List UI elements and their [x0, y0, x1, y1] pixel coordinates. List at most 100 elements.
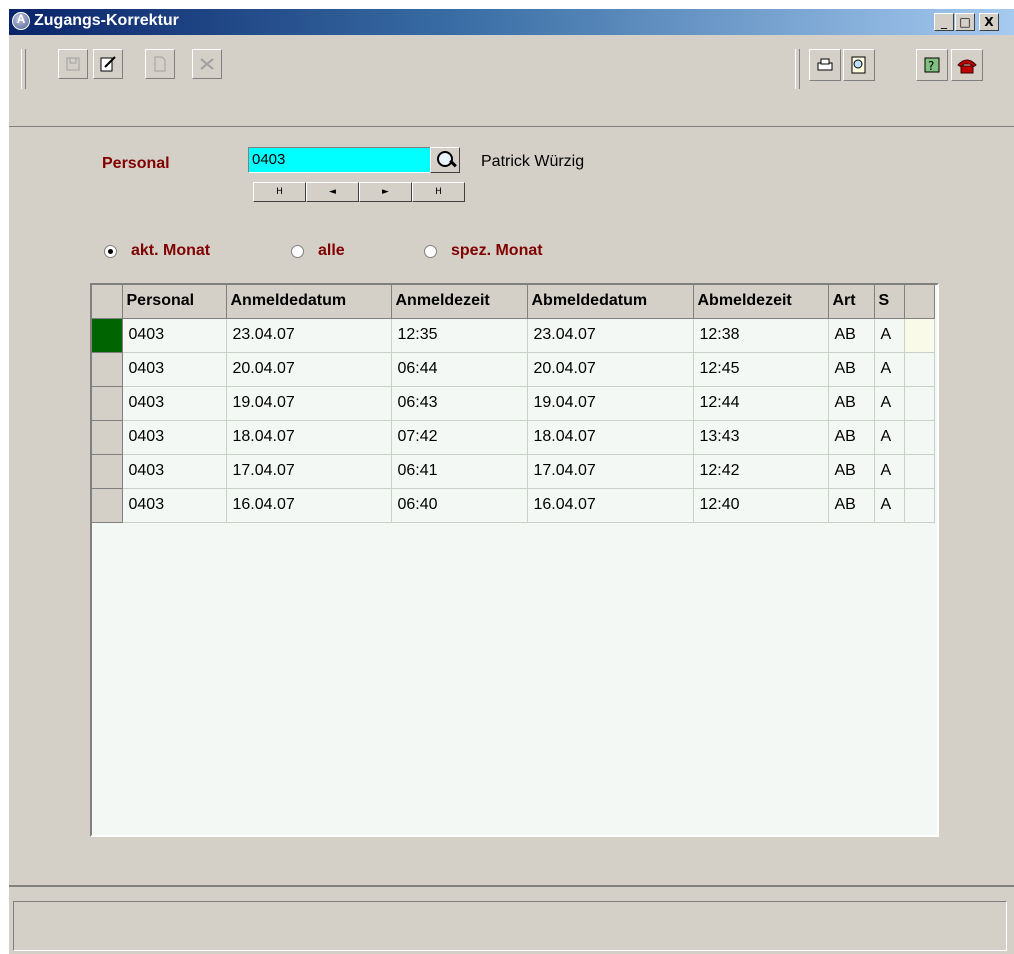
table-cell[interactable]: AB — [828, 420, 875, 455]
table-cell[interactable]: 12:42 — [693, 454, 829, 489]
table-header-row: Personal Anmeldedatum Anmeldezeit Abmeld… — [92, 285, 935, 319]
table-cell[interactable]: 18.04.07 — [226, 420, 392, 455]
close-button[interactable]: X — [979, 13, 999, 31]
delete-icon[interactable] — [192, 49, 222, 79]
table-cell[interactable]: AB — [828, 318, 875, 353]
personal-label: Personal — [102, 155, 170, 172]
table-cell[interactable]: 12:40 — [693, 488, 829, 523]
table-cell[interactable]: AB — [828, 454, 875, 489]
table-cell[interactable]: 20.04.07 — [226, 352, 392, 387]
table-cell[interactable]: 17.04.07 — [226, 454, 392, 489]
last-record-button[interactable]: H — [412, 182, 465, 202]
radio-button[interactable] — [104, 244, 117, 258]
row-indicator[interactable] — [92, 386, 123, 421]
radio-button[interactable] — [424, 244, 437, 258]
row-indicator[interactable] — [92, 454, 123, 489]
new-record-icon[interactable] — [58, 49, 88, 79]
table-cell[interactable]: A — [874, 318, 905, 353]
table-cell-empty — [904, 454, 935, 489]
table-cell[interactable]: 06:40 — [391, 488, 528, 523]
table-cell[interactable]: 23.04.07 — [527, 318, 694, 353]
svg-text:?: ? — [928, 59, 934, 73]
next-record-button[interactable]: ► — [359, 182, 412, 202]
radio-label: akt. Monat — [131, 242, 211, 259]
personal-input[interactable]: 0403 — [248, 147, 432, 173]
form-area: Personal 0403 Patrick Würzig H ◄ ► H akt… — [9, 127, 1014, 879]
data-grid[interactable]: Personal Anmeldedatum Anmeldezeit Abmeld… — [90, 283, 939, 837]
record-navigator: H ◄ ► H — [253, 182, 465, 204]
table-cell-empty — [904, 420, 935, 455]
table-cell[interactable]: 19.04.07 — [527, 386, 694, 421]
prev-record-button[interactable]: ◄ — [306, 182, 359, 202]
exit-phone-icon[interactable] — [951, 49, 983, 81]
title-bar[interactable]: A Zugangs-Korrektur _ □ X — [9, 9, 1014, 35]
radio-button[interactable] — [291, 244, 304, 258]
help-icon[interactable]: ? — [916, 49, 948, 81]
table-cell[interactable]: A — [874, 420, 905, 455]
bookings-table: Personal Anmeldedatum Anmeldezeit Abmeld… — [92, 285, 935, 523]
table-cell[interactable]: 16.04.07 — [226, 488, 392, 523]
table-cell[interactable]: A — [874, 352, 905, 387]
table-row[interactable]: 0403 19.04.07 06:43 19.04.07 12:44 AB A — [92, 386, 935, 421]
radio-label: alle — [318, 242, 345, 259]
table-cell[interactable]: 18.04.07 — [527, 420, 694, 455]
table-cell[interactable]: 12:44 — [693, 386, 829, 421]
table-row[interactable]: 0403 17.04.07 06:41 17.04.07 12:42 AB A — [92, 454, 935, 489]
table-cell[interactable]: 0403 — [122, 488, 227, 523]
app-logo-icon[interactable]: A — [12, 12, 30, 30]
table-cell[interactable]: 12:35 — [391, 318, 528, 353]
radio-alle[interactable]: alle — [291, 242, 345, 260]
table-cell[interactable]: 23.04.07 — [226, 318, 392, 353]
table-cell[interactable]: 0403 — [122, 420, 227, 455]
toolbar-grip[interactable] — [21, 49, 26, 89]
table-cell[interactable]: A — [874, 454, 905, 489]
column-header[interactable]: Abmeldezeit — [693, 285, 829, 319]
table-cell[interactable]: 0403 — [122, 352, 227, 387]
radio-akt-monat[interactable]: akt. Monat — [104, 242, 210, 260]
table-cell[interactable]: AB — [828, 352, 875, 387]
table-cell[interactable]: 16.04.07 — [527, 488, 694, 523]
column-header[interactable]: Abmeldedatum — [527, 285, 694, 319]
column-header[interactable]: Anmeldedatum — [226, 285, 392, 319]
table-cell[interactable]: 12:38 — [693, 318, 829, 353]
table-cell[interactable]: 06:44 — [391, 352, 528, 387]
table-cell[interactable]: A — [874, 386, 905, 421]
table-cell[interactable]: 19.04.07 — [226, 386, 392, 421]
column-header[interactable]: Personal — [122, 285, 227, 319]
row-indicator[interactable] — [92, 488, 123, 523]
table-cell[interactable]: A — [874, 488, 905, 523]
table-cell[interactable]: AB — [828, 488, 875, 523]
table-cell[interactable]: 13:43 — [693, 420, 829, 455]
row-indicator[interactable] — [92, 318, 123, 353]
print-icon[interactable] — [809, 49, 841, 81]
table-cell[interactable]: 17.04.07 — [527, 454, 694, 489]
row-indicator[interactable] — [92, 352, 123, 387]
maximize-button[interactable]: □ — [955, 13, 975, 31]
first-record-button[interactable]: H — [253, 182, 306, 202]
print-preview-icon[interactable] — [843, 49, 875, 81]
column-header[interactable]: Art — [828, 285, 875, 319]
table-cell[interactable]: 0403 — [122, 318, 227, 353]
table-cell[interactable]: 06:43 — [391, 386, 528, 421]
edit-icon[interactable] — [93, 49, 123, 79]
column-header[interactable]: S — [874, 285, 905, 319]
status-bar — [9, 885, 1014, 954]
table-cell[interactable]: 07:42 — [391, 420, 528, 455]
table-cell[interactable]: 06:41 — [391, 454, 528, 489]
minimize-button[interactable]: _ — [934, 13, 954, 31]
table-cell[interactable]: 20.04.07 — [527, 352, 694, 387]
column-header[interactable]: Anmeldezeit — [391, 285, 528, 319]
search-button[interactable] — [430, 147, 460, 173]
table-cell[interactable]: 0403 — [122, 386, 227, 421]
table-row[interactable]: 0403 16.04.07 06:40 16.04.07 12:40 AB A — [92, 488, 935, 523]
table-row[interactable]: 0403 23.04.07 12:35 23.04.07 12:38 AB A — [92, 318, 935, 353]
table-cell[interactable]: 0403 — [122, 454, 227, 489]
copy-icon[interactable] — [145, 49, 175, 79]
table-cell[interactable]: AB — [828, 386, 875, 421]
table-row[interactable]: 0403 18.04.07 07:42 18.04.07 13:43 AB A — [92, 420, 935, 455]
table-cell[interactable]: 12:45 — [693, 352, 829, 387]
table-row[interactable]: 0403 20.04.07 06:44 20.04.07 12:45 AB A — [92, 352, 935, 387]
toolbar-grip-right[interactable] — [795, 49, 800, 89]
radio-spez-monat[interactable]: spez. Monat — [424, 242, 543, 260]
row-indicator[interactable] — [92, 420, 123, 455]
